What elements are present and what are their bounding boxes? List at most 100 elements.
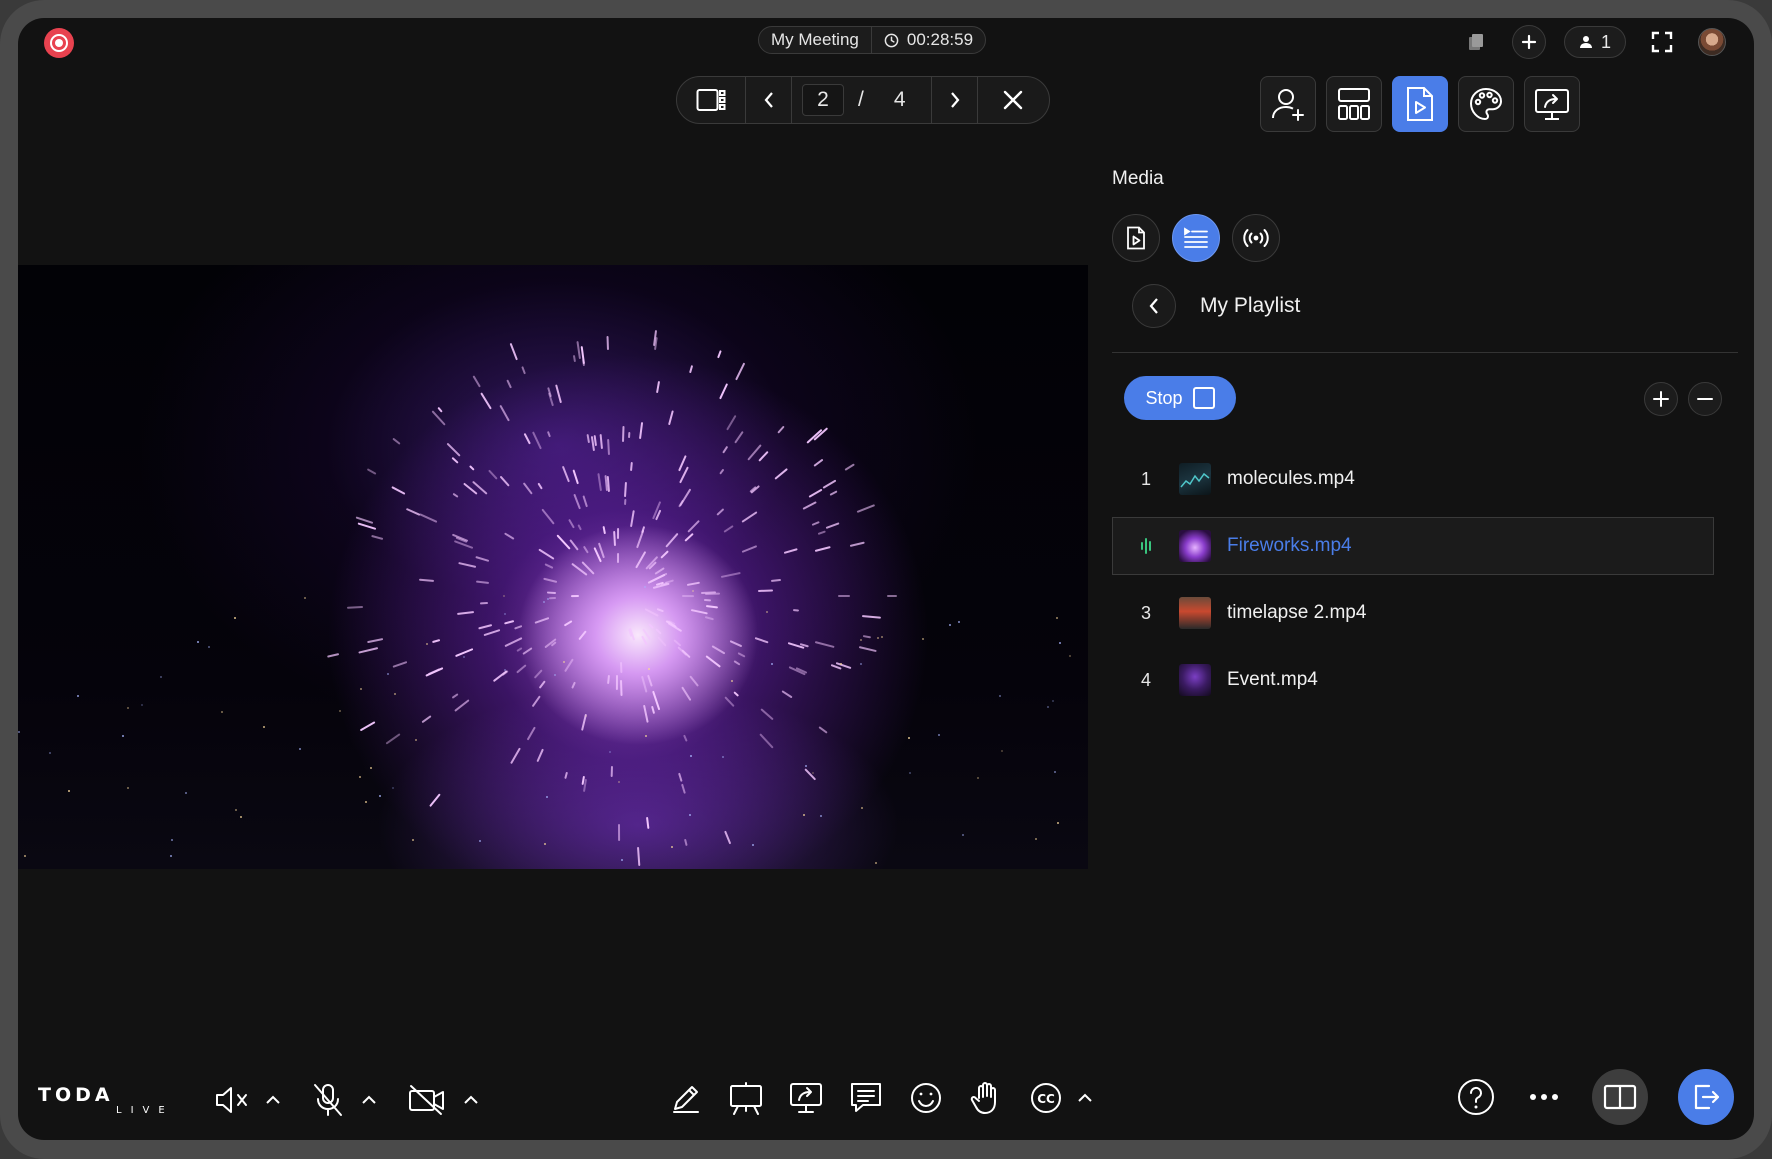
firework-spark <box>569 538 579 551</box>
add-button[interactable] <box>1511 25 1546 59</box>
svg-text:CC: CC <box>1037 1092 1055 1106</box>
plus-icon <box>1653 391 1669 407</box>
back-button[interactable] <box>1132 284 1176 328</box>
chat-icon[interactable] <box>848 1080 884 1116</box>
fullscreen-icon[interactable] <box>1644 24 1680 60</box>
firework-spark <box>540 507 555 525</box>
layout-toggle-icon[interactable] <box>1592 1069 1648 1125</box>
city-light <box>908 737 911 740</box>
emoji-icon[interactable] <box>908 1080 944 1116</box>
meeting-title[interactable]: My Meeting <box>759 27 871 53</box>
playlist-item[interactable]: 1 molecules.mp4 <box>1112 450 1714 508</box>
city-light <box>689 754 692 757</box>
camera-off-icon[interactable] <box>406 1082 448 1118</box>
remove-item-button[interactable] <box>1688 382 1722 416</box>
city-light <box>159 675 162 678</box>
pencil-icon[interactable] <box>668 1080 704 1116</box>
file-video-icon[interactable] <box>1112 214 1160 262</box>
firework-spark <box>428 793 441 808</box>
palette-icon[interactable] <box>1458 76 1514 132</box>
raise-hand-icon[interactable] <box>968 1080 1004 1116</box>
firework-spark <box>437 406 443 413</box>
chevron-up-icon[interactable] <box>360 1082 378 1118</box>
city-light <box>298 748 301 751</box>
playlist-icon[interactable] <box>1172 214 1220 262</box>
chevron-up-icon[interactable] <box>264 1082 282 1118</box>
firework-spark <box>602 526 606 535</box>
city-light <box>239 815 242 818</box>
city-light <box>23 855 26 858</box>
page-number-input[interactable]: 2 <box>802 84 844 116</box>
share-screen-icon[interactable] <box>1524 76 1580 132</box>
firework-spark <box>573 355 577 363</box>
city-light <box>127 787 130 790</box>
city-light <box>387 673 390 676</box>
firework-spark <box>636 847 641 867</box>
prev-page-button[interactable] <box>745 77 791 123</box>
chevron-up-icon[interactable] <box>462 1082 480 1118</box>
video-thumbnail <box>1179 664 1211 696</box>
city-light <box>369 767 372 770</box>
firework-spark <box>606 476 611 493</box>
firework-spark <box>522 647 533 656</box>
thumbnails-toggle[interactable] <box>677 77 745 123</box>
city-light <box>171 839 174 842</box>
layout-icon[interactable] <box>1326 76 1382 132</box>
firework-spark <box>657 636 667 647</box>
firework-spark <box>475 580 490 585</box>
next-page-button[interactable] <box>931 77 977 123</box>
city-light <box>976 777 979 780</box>
mic-muted-icon[interactable] <box>310 1082 346 1118</box>
copy-icon[interactable] <box>1458 24 1494 60</box>
record-icon <box>50 34 68 52</box>
video-thumbnail <box>1179 530 1211 562</box>
firework-spark <box>729 640 743 648</box>
broadcast-icon[interactable] <box>1232 214 1280 262</box>
firework-spark <box>735 362 746 381</box>
share-screen-icon[interactable] <box>788 1080 824 1116</box>
whiteboard-icon[interactable] <box>728 1080 764 1116</box>
add-user-icon[interactable] <box>1260 76 1316 132</box>
city-light <box>365 800 368 803</box>
firework-spark <box>547 591 557 594</box>
firework-spark <box>689 675 699 687</box>
firework-spark <box>624 482 627 498</box>
help-icon[interactable] <box>1456 1077 1496 1117</box>
record-button[interactable] <box>44 28 74 58</box>
city-light <box>391 786 394 789</box>
avatar[interactable] <box>1698 28 1726 56</box>
video-player[interactable] <box>18 265 1088 869</box>
firework-spark <box>705 605 719 609</box>
firework-spark <box>366 467 377 475</box>
firework-spark <box>656 381 661 394</box>
firework-spark <box>573 493 582 509</box>
city-light <box>208 646 211 649</box>
firework-spark <box>516 647 523 653</box>
playlist-item-playing[interactable]: Fireworks.mp4 <box>1112 517 1714 575</box>
playlist-item[interactable]: 4 Event.mp4 <box>1112 651 1714 709</box>
add-item-button[interactable] <box>1644 382 1678 416</box>
speaker-muted-icon[interactable] <box>214 1082 250 1118</box>
firework-spark <box>521 365 527 375</box>
participants-button[interactable]: 1 <box>1563 26 1626 58</box>
media-icon[interactable] <box>1392 76 1448 132</box>
playlist-item[interactable]: 3 timelapse 2.mp4 <box>1112 584 1714 642</box>
city-light <box>802 813 805 816</box>
right-controls <box>1456 1069 1734 1125</box>
city-light <box>220 710 223 713</box>
firework-spark <box>359 720 376 732</box>
media-tabs <box>1112 214 1280 262</box>
firework-spark <box>570 682 576 690</box>
stop-button[interactable]: Stop <box>1124 376 1236 420</box>
firework-spark <box>618 823 621 842</box>
captions-icon[interactable]: CC <box>1028 1080 1064 1116</box>
firework-spark <box>808 488 823 499</box>
leave-icon[interactable] <box>1678 1069 1734 1125</box>
firework-spark <box>783 547 798 554</box>
logo-main: TODA <box>38 1084 114 1106</box>
firework-spark <box>581 495 588 508</box>
chevron-up-icon[interactable] <box>1076 1080 1094 1116</box>
more-icon[interactable] <box>1526 1079 1562 1115</box>
city-light <box>805 764 808 767</box>
close-presentation-button[interactable] <box>977 77 1047 123</box>
